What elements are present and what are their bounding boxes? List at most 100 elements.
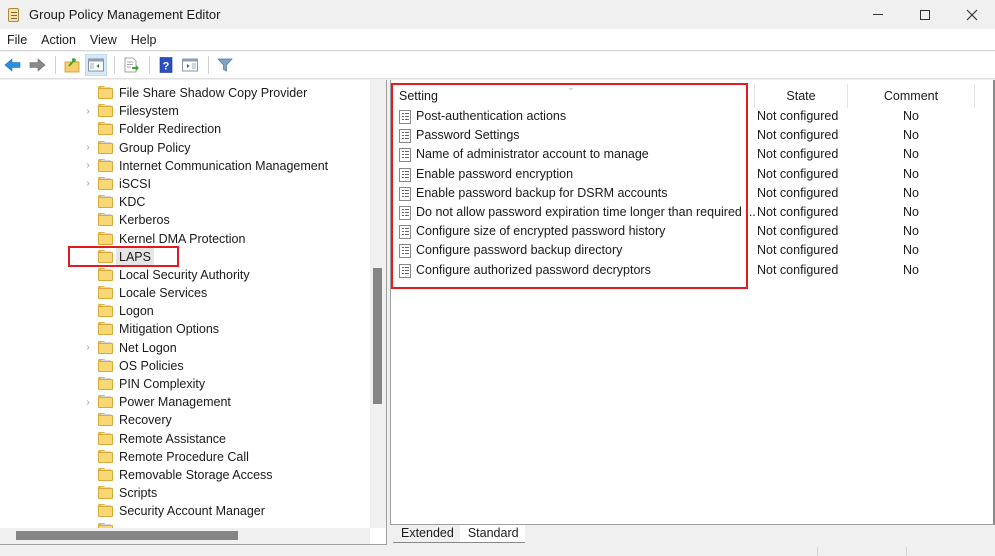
folder-icon bbox=[98, 340, 113, 354]
tree-item[interactable]: OS Policies bbox=[0, 357, 370, 375]
minimize-button[interactable] bbox=[854, 0, 901, 29]
tree-item[interactable]: Security Account Manager bbox=[0, 502, 370, 520]
setting-row[interactable]: Enable password backup for DSRM accounts… bbox=[391, 184, 991, 203]
tree-item[interactable]: Kerberos bbox=[0, 211, 370, 229]
tree-item[interactable]: Local Security Authority bbox=[0, 266, 370, 284]
tree-item[interactable]: KDC bbox=[0, 193, 370, 211]
app-scroll-icon bbox=[7, 7, 21, 23]
maximize-button[interactable] bbox=[901, 0, 948, 29]
tree-horizontal-scroll-thumb[interactable] bbox=[16, 531, 238, 540]
policy-setting-icon bbox=[399, 186, 411, 201]
close-button[interactable] bbox=[948, 0, 995, 29]
toolbar: ? bbox=[0, 52, 995, 79]
tree-item[interactable]: › iSCSI bbox=[0, 175, 370, 193]
tree-item-label: Power Management bbox=[119, 395, 231, 410]
tab-standard[interactable]: Standard bbox=[459, 525, 525, 543]
chevron-right-icon[interactable]: › bbox=[84, 102, 92, 120]
tree-item[interactable]: Logon bbox=[0, 302, 370, 320]
setting-comment: No bbox=[903, 224, 919, 239]
folder-icon bbox=[98, 140, 113, 154]
setting-row[interactable]: Configure password backup directory Not c… bbox=[391, 241, 991, 260]
tree-item[interactable]: Scripts bbox=[0, 484, 370, 502]
chevron-right-icon[interactable]: › bbox=[84, 393, 92, 411]
tree-item-label: Net Logon bbox=[119, 340, 177, 355]
tree-item-label: Security Account Manager bbox=[119, 504, 265, 519]
setting-row[interactable]: Post-authentication actions Not configure… bbox=[391, 107, 991, 126]
tree-item-label: KDC bbox=[119, 195, 146, 210]
policy-setting-icon bbox=[399, 110, 411, 124]
setting-comment: No bbox=[903, 166, 919, 181]
show-hide-console-tree-button[interactable] bbox=[85, 54, 107, 76]
tree-item-label: Locale Services bbox=[119, 286, 208, 301]
setting-comment: No bbox=[903, 185, 919, 200]
window-controls bbox=[854, 0, 995, 29]
up-one-level-button[interactable] bbox=[61, 54, 83, 76]
console-tree-pane: File Share Shadow Copy Provider › Filesyst… bbox=[0, 80, 387, 545]
setting-row[interactable]: Configure size of encrypted password his… bbox=[391, 222, 991, 241]
menu-action[interactable]: Action bbox=[34, 29, 83, 51]
tree-item[interactable]: › Internet Communication Management bbox=[0, 157, 370, 175]
filter-button[interactable] bbox=[214, 54, 236, 76]
column-header-comment-label: Comment bbox=[883, 89, 939, 103]
setting-state: Not configured bbox=[757, 109, 839, 123]
tree-item[interactable]: Mitigation Options bbox=[0, 320, 370, 338]
tree-item[interactable]: PIN Complexity bbox=[0, 375, 370, 393]
export-list-button[interactable] bbox=[120, 54, 142, 76]
setting-state: Not configured bbox=[757, 147, 839, 162]
tree-vertical-scrollbar[interactable] bbox=[370, 80, 386, 528]
menu-view[interactable]: View bbox=[83, 29, 124, 51]
tree-item[interactable]: Removable Storage Access bbox=[0, 466, 370, 484]
help-button[interactable]: ? bbox=[155, 54, 177, 76]
title-bar: Group Policy Management Editor bbox=[0, 0, 995, 29]
tree-horizontal-scrollbar[interactable] bbox=[0, 528, 370, 544]
policy-setting-icon bbox=[399, 205, 411, 220]
list-header: ⌄ Setting State Comment bbox=[391, 82, 991, 108]
show-hide-action-pane-button[interactable] bbox=[179, 54, 201, 76]
tree-item[interactable]: › Power Management bbox=[0, 393, 370, 411]
chevron-right-icon[interactable]: › bbox=[84, 139, 92, 157]
back-button[interactable] bbox=[2, 54, 24, 76]
action-pane-icon bbox=[182, 58, 198, 72]
tree-item[interactable]: › Filesystem bbox=[0, 102, 370, 120]
setting-row[interactable]: Configure authorized password decryptors… bbox=[391, 261, 991, 280]
tree-item[interactable]: Remote Assistance bbox=[0, 430, 370, 448]
tree-item[interactable]: File Share Shadow Copy Provider bbox=[0, 84, 370, 102]
column-header-setting[interactable]: ⌄ Setting bbox=[391, 82, 755, 108]
tab-extended[interactable]: Extended bbox=[393, 525, 460, 543]
tree-item-label: LAPS bbox=[116, 247, 154, 266]
policy-setting-icon bbox=[399, 148, 411, 163]
column-header-state[interactable]: State bbox=[755, 84, 848, 108]
toolbar-separator bbox=[208, 56, 209, 74]
view-tabs: Extended Standard bbox=[393, 525, 525, 543]
tree-item[interactable]: Recovery bbox=[0, 411, 370, 429]
setting-row[interactable]: Password Settings Not configured No bbox=[391, 126, 991, 145]
tree-item-label: Remote Assistance bbox=[119, 431, 226, 446]
chevron-right-icon[interactable]: › bbox=[84, 175, 92, 193]
setting-row[interactable]: Enable password encryption Not configured… bbox=[391, 165, 991, 184]
forward-button[interactable] bbox=[26, 54, 48, 76]
setting-state: Not configured bbox=[757, 204, 839, 219]
setting-row[interactable]: Do not allow password expiration time lo… bbox=[391, 203, 991, 222]
tree-item[interactable]: › Net Logon bbox=[0, 339, 370, 357]
tree-item[interactable]: › Group Policy bbox=[0, 139, 370, 157]
setting-state: Not configured bbox=[757, 185, 839, 200]
setting-state: Not configured bbox=[757, 224, 839, 239]
toolbar-separator bbox=[55, 56, 56, 74]
sort-caret-icon: ⌄ bbox=[567, 82, 575, 92]
menu-help[interactable]: Help bbox=[124, 29, 164, 51]
tree-item[interactable]: Locale Services bbox=[0, 284, 370, 302]
tree-vertical-scroll-thumb[interactable] bbox=[373, 268, 382, 404]
tree-item[interactable]: Kernel DMA Protection bbox=[0, 230, 370, 248]
chevron-right-icon[interactable]: › bbox=[84, 157, 92, 175]
chevron-right-icon[interactable]: › bbox=[84, 339, 92, 357]
setting-row[interactable]: Name of administrator account to manage N… bbox=[391, 145, 991, 164]
folder-icon bbox=[98, 486, 113, 500]
policy-setting-icon bbox=[399, 129, 411, 144]
column-header-comment[interactable]: Comment bbox=[848, 84, 975, 108]
setting-name: Post-authentication actions bbox=[416, 109, 567, 123]
tree-item[interactable]: Folder Redirection bbox=[0, 120, 370, 138]
tree-item[interactable]: Remote Procedure Call bbox=[0, 448, 370, 466]
tree-item[interactable]: LAPS bbox=[0, 247, 370, 266]
menu-file[interactable]: File bbox=[0, 29, 34, 51]
setting-state: Not configured bbox=[757, 128, 839, 143]
